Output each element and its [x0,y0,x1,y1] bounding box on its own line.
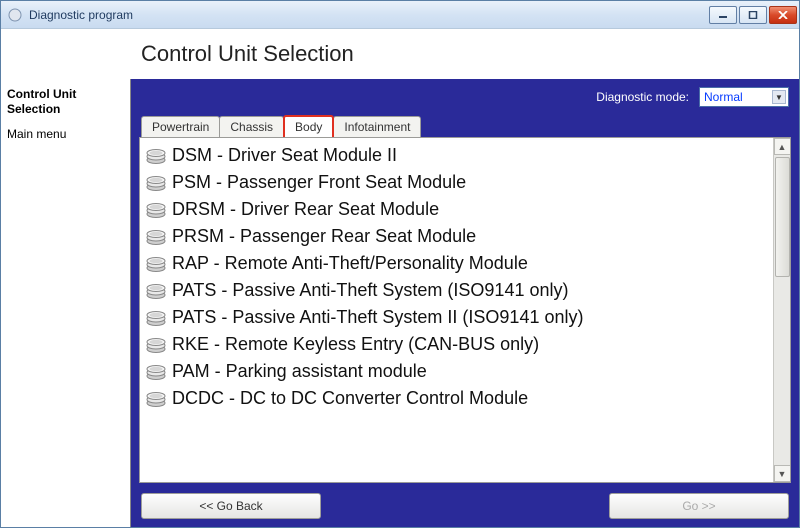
module-label: DRSM - Driver Rear Seat Module [172,199,439,220]
module-label: PAM - Parking assistant module [172,361,427,382]
chevron-down-icon: ▼ [772,90,786,104]
go-back-button[interactable]: << Go Back [141,493,321,519]
module-row[interactable]: DSM - Driver Seat Module II [144,142,773,169]
window-titlebar: Diagnostic program [1,1,799,29]
module-label: PATS - Passive Anti-Theft System (ISO914… [172,280,568,301]
module-label: DSM - Driver Seat Module II [172,145,397,166]
diagnostic-mode-value: Normal [704,90,743,104]
diagnostic-mode-select[interactable]: Normal ▼ [699,87,789,107]
module-row[interactable]: PSM - Passenger Front Seat Module [144,169,773,196]
module-label: PRSM - Passenger Rear Seat Module [172,226,476,247]
module-row[interactable]: RAP - Remote Anti-Theft/Personality Modu… [144,250,773,277]
module-label: PATS - Passive Anti-Theft System II (ISO… [172,307,583,328]
tab-body[interactable]: Body [283,115,334,137]
go-button[interactable]: Go >> [609,493,789,519]
module-list: DSM - Driver Seat Module II PSM - Passeng… [140,138,773,482]
vertical-scrollbar[interactable]: ▲ ▼ [773,138,790,482]
control-unit-icon [146,148,166,164]
module-row[interactable]: PATS - Passive Anti-Theft System (ISO914… [144,277,773,304]
tab-infotainment[interactable]: Infotainment [333,116,421,137]
diagnostic-mode-row: Diagnostic mode: Normal ▼ [141,87,789,107]
module-row[interactable]: PATS - Passive Anti-Theft System II (ISO… [144,304,773,331]
footer-buttons: << Go Back Go >> [139,483,791,521]
tab-strip: Powertrain Chassis Body Infotainment [141,115,791,137]
app-icon [7,7,23,23]
control-unit-icon [146,202,166,218]
control-unit-icon [146,337,166,353]
content-panel: Diagnostic mode: Normal ▼ Powertrain Cha… [131,79,799,527]
minimize-button[interactable] [709,6,737,24]
scroll-down-button[interactable]: ▼ [774,465,791,482]
scroll-thumb[interactable] [775,157,790,277]
module-label: RKE - Remote Keyless Entry (CAN-BUS only… [172,334,539,355]
diagnostic-mode-label: Diagnostic mode: [596,90,689,104]
control-unit-icon [146,391,166,407]
module-label: RAP - Remote Anti-Theft/Personality Modu… [172,253,528,274]
module-label: PSM - Passenger Front Seat Module [172,172,466,193]
control-unit-icon [146,256,166,272]
module-row[interactable]: RKE - Remote Keyless Entry (CAN-BUS only… [144,331,773,358]
window-controls [709,6,797,24]
control-unit-icon [146,310,166,326]
control-unit-icon [146,283,166,299]
sidebar: Control Unit Selection Main menu [1,79,131,527]
scroll-up-button[interactable]: ▲ [774,138,791,155]
module-row[interactable]: DCDC - DC to DC Converter Control Module [144,385,773,412]
module-row[interactable]: PAM - Parking assistant module [144,358,773,385]
control-unit-icon [146,229,166,245]
page-title: Control Unit Selection [1,29,799,79]
sidebar-item-main-menu[interactable]: Main menu [5,125,126,144]
maximize-button[interactable] [739,6,767,24]
sidebar-item-control-unit-selection[interactable]: Control Unit Selection [5,85,126,119]
control-unit-icon [146,175,166,191]
module-row[interactable]: PRSM - Passenger Rear Seat Module [144,223,773,250]
main-layout: Control Unit Selection Main menu Diagnos… [1,79,799,527]
module-list-panel: DSM - Driver Seat Module II PSM - Passeng… [139,137,791,483]
tab-powertrain[interactable]: Powertrain [141,116,220,137]
scroll-track[interactable] [774,155,791,465]
module-row[interactable]: DRSM - Driver Rear Seat Module [144,196,773,223]
close-button[interactable] [769,6,797,24]
control-unit-icon [146,364,166,380]
module-label: DCDC - DC to DC Converter Control Module [172,388,528,409]
tab-chassis[interactable]: Chassis [219,116,284,137]
window-title: Diagnostic program [29,8,709,22]
